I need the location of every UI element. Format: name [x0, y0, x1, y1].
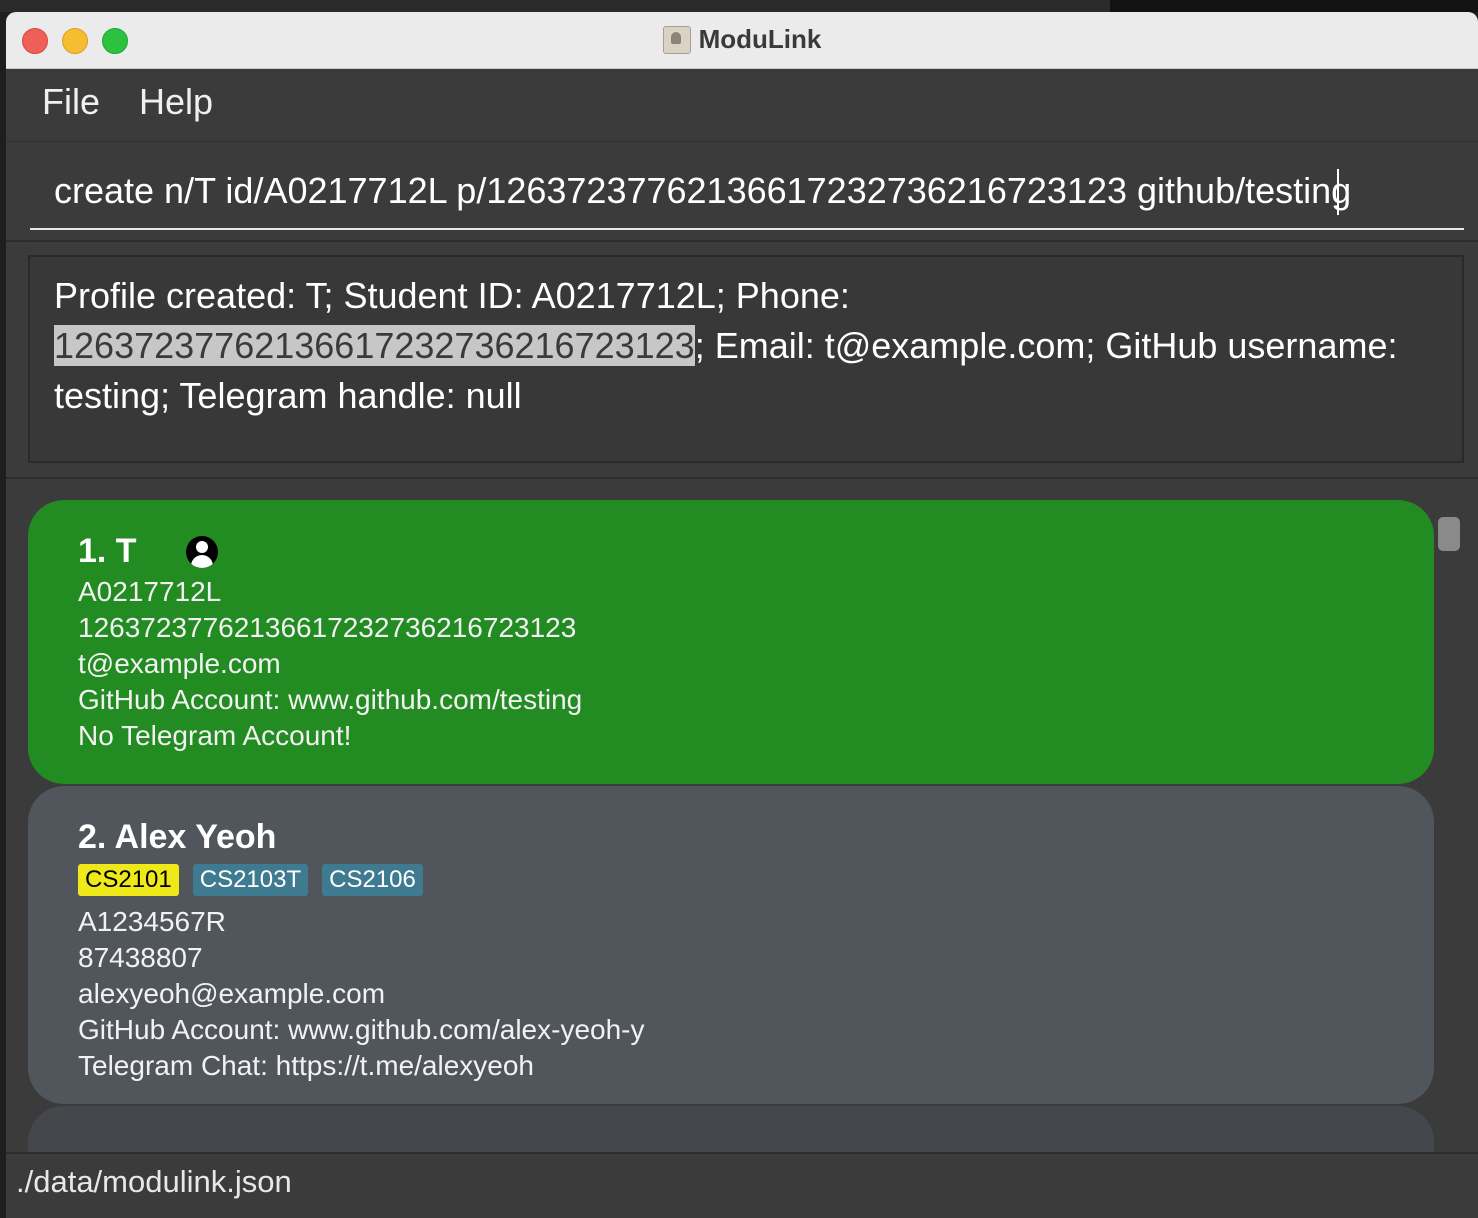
app-window: ModuLink File Help Profile created: T; S… [6, 12, 1478, 1218]
window-title-group: ModuLink [6, 24, 1478, 54]
person-github: GitHub Account: www.github.com/alex-yeoh… [78, 1014, 645, 1045]
module-tag: CS2106 [322, 864, 423, 896]
person-card-partial[interactable] [28, 1106, 1434, 1152]
person-card[interactable]: 2. Alex Yeoh CS2101 CS2103T CS2106 A123456… [28, 786, 1434, 1104]
menu-help[interactable]: Help [139, 81, 213, 123]
person-email: alexyeoh@example.com [78, 978, 386, 1009]
result-selected-phone: 12637237762136617232736216723123 [54, 325, 695, 366]
command-box [6, 142, 1478, 242]
person-telegram: No Telegram Account! [78, 720, 352, 751]
app-contact-icon [662, 25, 691, 54]
menu-file[interactable]: File [42, 81, 100, 123]
person-card-selected[interactable]: 1. T A0217712L 1263723776213661723273621… [28, 500, 1434, 784]
text-caret [1337, 169, 1339, 215]
title-bar[interactable]: ModuLink [6, 12, 1478, 69]
list-scrollbar-thumb[interactable] [1438, 517, 1460, 551]
command-input[interactable] [30, 154, 1464, 230]
module-tag: CS2103T [192, 864, 309, 896]
person-name: 1. T [78, 532, 137, 570]
person-phone: 12637237762136617232736216723123 [78, 612, 577, 643]
desktop-dark-area [1110, 0, 1478, 12]
person-github: GitHub Account: www.github.com/testing [78, 684, 583, 715]
window-title: ModuLink [698, 24, 822, 54]
module-tag: CS2101 [78, 864, 179, 896]
result-message: Profile created: T; Student ID: A0217712… [54, 271, 1444, 421]
module-tags: CS2101 CS2103T CS2106 [78, 864, 1384, 904]
data-file-path: ./data/modulink.json [16, 1164, 292, 1199]
person-phone: 87438807 [78, 942, 203, 973]
person-student-id: A0217712L [78, 576, 222, 607]
result-display: Profile created: T; Student ID: A0217712… [28, 255, 1464, 463]
menu-bar: File Help [6, 69, 1478, 142]
result-prefix: Profile created: T; Student ID: A0217712… [54, 275, 850, 316]
person-list[interactable]: 1. T A0217712L 1263723776213661723273621… [6, 477, 1478, 1152]
person-email: t@example.com [78, 648, 281, 679]
person-name: 2. Alex Yeoh [78, 818, 277, 856]
desktop-background [0, 0, 1478, 12]
status-bar: ./data/modulink.json [6, 1152, 1478, 1218]
person-student-id: A1234567R [78, 906, 226, 937]
profile-user-icon [186, 536, 218, 568]
person-telegram: Telegram Chat: https://t.me/alexyeoh [78, 1050, 534, 1081]
